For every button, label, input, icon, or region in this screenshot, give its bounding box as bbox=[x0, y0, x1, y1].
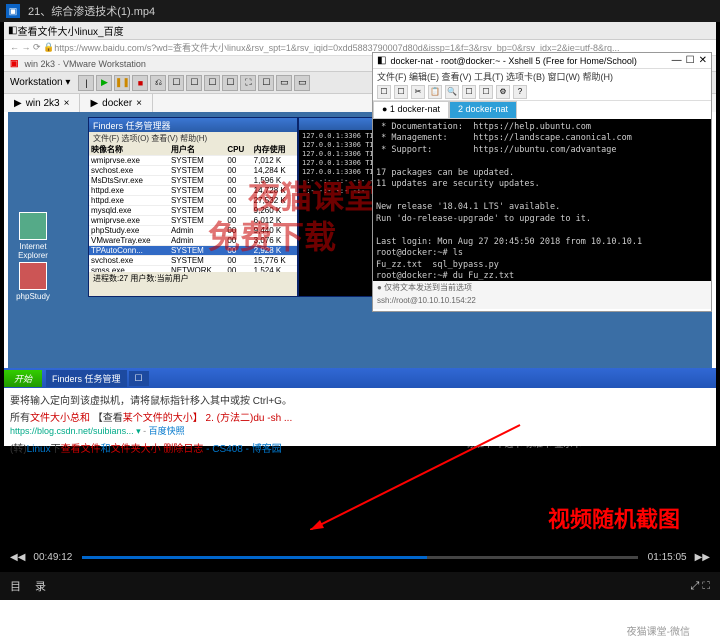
process-table: 映像名称用户名CPU内存使用wmiprvse.exeSYSTEM007,012 … bbox=[89, 144, 297, 272]
xshell-footer: ● 仅将文本发送到当前选项 bbox=[373, 281, 711, 295]
vm-btn[interactable]: ☐ bbox=[186, 75, 202, 91]
catalog-button[interactable]: 目 bbox=[10, 578, 21, 594]
tab-win2k3[interactable]: ▶ win 2k3 × bbox=[4, 94, 80, 112]
max-icon[interactable]: ☐ bbox=[686, 55, 695, 66]
vm-play-button[interactable]: ▶ bbox=[96, 75, 112, 91]
player-icons[interactable]: ⤢ ⛶ bbox=[690, 580, 710, 593]
progress-bar[interactable] bbox=[82, 556, 637, 559]
xshell-titlebar: ◧ docker-nat - root@docker:~ - Xshell 5 … bbox=[373, 53, 711, 69]
prev-button[interactable]: ◀◀ bbox=[10, 552, 25, 563]
taskbar-item[interactable]: Finders 任务管理 bbox=[46, 370, 127, 387]
vm-btn[interactable]: ☐ bbox=[222, 75, 238, 91]
taskmgr-status: 进程数:27 用户数:当前用户 bbox=[89, 272, 297, 284]
taskmgr-menu[interactable]: 文件(F) 选项(O) 查看(V) 帮助(H) bbox=[89, 132, 297, 144]
workstation-menu[interactable]: Workstation ▾ bbox=[10, 77, 70, 88]
tab-label: docker bbox=[102, 98, 132, 109]
xshell-hint: 仅将文本发送到当前选项 bbox=[384, 283, 472, 292]
vm-btn[interactable]: ☐ bbox=[204, 75, 220, 91]
browser-tab-label: 查看文件大小linux_百度 bbox=[17, 23, 123, 38]
tb-btn[interactable]: ☐ bbox=[377, 85, 391, 99]
xshell-tabs: ● 1 docker-nat 2 docker-nat bbox=[373, 101, 711, 119]
player-app-icon: ▣ bbox=[6, 4, 20, 18]
vm-btn[interactable]: ▭ bbox=[276, 75, 292, 91]
annotation-caption: 视频随机截图 bbox=[548, 502, 680, 534]
search-snippet: 所有文件大小总和 【查看某个文件的大小】 2. (方法二)du -sh ... bbox=[10, 409, 710, 424]
result-url[interactable]: https://blog.csdn.net/suibians... ▾ - 百度… bbox=[10, 424, 710, 437]
tb-btn[interactable]: 🔍 bbox=[445, 85, 459, 99]
xshell-tab-1[interactable]: ● 1 docker-nat bbox=[373, 101, 449, 119]
ie-icon bbox=[19, 212, 47, 240]
next-button[interactable]: ▶▶ bbox=[695, 552, 710, 563]
min-icon[interactable]: — bbox=[672, 55, 682, 66]
desktop-icon-ie[interactable]: Internet Explorer bbox=[14, 212, 52, 260]
tb-btn[interactable]: ☐ bbox=[462, 85, 476, 99]
progress-fill bbox=[82, 556, 426, 559]
vm-pause-button[interactable]: ❚❚ bbox=[114, 75, 130, 91]
vm-sep: | bbox=[78, 75, 94, 91]
vm-btn[interactable]: ⛶ bbox=[240, 75, 256, 91]
xshell-terminal[interactable]: * Documentation: https://help.ubuntu.com… bbox=[373, 119, 711, 281]
tb-btn[interactable]: 📋 bbox=[428, 85, 442, 99]
tb-btn[interactable]: ✂ bbox=[411, 85, 425, 99]
vm-product: VMware Workstation bbox=[63, 59, 146, 69]
tb-btn[interactable]: ☐ bbox=[479, 85, 493, 99]
vm-label: win 2k3 · bbox=[25, 59, 61, 69]
catalog-button[interactable]: 录 bbox=[35, 578, 46, 594]
taskmgr-list[interactable]: 映像名称用户名CPU内存使用wmiprvse.exeSYSTEM007,012 … bbox=[89, 144, 297, 272]
taskmgr-title: Finders 任务管理器 bbox=[89, 118, 297, 132]
time-current: 00:49:12 bbox=[33, 552, 72, 563]
task-manager-window[interactable]: Finders 任务管理器 文件(F) 选项(O) 查看(V) 帮助(H) 映像… bbox=[88, 117, 298, 297]
player-bottom-bar: 目 录 ⤢ ⛶ bbox=[0, 572, 720, 600]
vm-btn[interactable]: ▭ bbox=[294, 75, 310, 91]
close-icon[interactable]: ✕ bbox=[699, 55, 707, 66]
player-titlebar: ▣ 21、综合渗透技术(1).mp4 bbox=[0, 0, 720, 22]
start-button[interactable]: 开始 bbox=[4, 370, 42, 387]
page-bottom-text: 要将输入定向到该虚拟机，请将鼠标指针移入其中或按 Ctrl+G。 所有文件大小总… bbox=[4, 388, 716, 446]
tb-btn[interactable]: ⚙ bbox=[496, 85, 510, 99]
taskbar-item[interactable]: ☐ bbox=[129, 371, 149, 386]
desktop-icon-phpstudy[interactable]: phpStudy bbox=[14, 262, 52, 301]
vm-btn[interactable]: ☐ bbox=[168, 75, 184, 91]
vm-btn[interactable]: ⎌ bbox=[150, 75, 166, 91]
guest-taskbar[interactable]: 开始 Finders 任务管理 ☐ bbox=[4, 368, 716, 388]
tab-docker[interactable]: ▶ docker × bbox=[80, 94, 153, 112]
search-result-link[interactable]: (转)Linux下查看文件和文件夹大小 删除日志 - CS408 - 博客园 bbox=[10, 440, 710, 455]
vm-btn[interactable]: ☐ bbox=[258, 75, 274, 91]
xshell-toolbar: ☐☐✂📋🔍☐☐⚙? bbox=[373, 83, 711, 101]
vmware-logo-icon: ▣ bbox=[10, 58, 19, 69]
player-title: 21、综合渗透技术(1).mp4 bbox=[28, 3, 155, 19]
vm-hint: 要将输入定向到该虚拟机，请将鼠标指针移入其中或按 Ctrl+G。 bbox=[10, 392, 710, 407]
icon-label: Internet Explorer bbox=[18, 242, 48, 260]
video-player: ▣ 21、综合渗透技术(1).mp4 ◧ 查看文件大小linux_百度 ← → … bbox=[0, 0, 720, 600]
tab-label: win 2k3 bbox=[26, 98, 60, 109]
player-controls: ◀◀ 00:49:12 01:15:05 ▶▶ bbox=[0, 544, 720, 570]
vm-stop-button[interactable]: ■ bbox=[132, 75, 148, 91]
page-footer: 夜猫课堂-微信 bbox=[0, 621, 720, 639]
xshell-tab-2[interactable]: 2 docker-nat bbox=[449, 101, 517, 119]
xshell-window[interactable]: ◧ docker-nat - root@docker:~ - Xshell 5 … bbox=[372, 52, 712, 312]
phpstudy-icon bbox=[19, 262, 47, 290]
time-total: 01:15:05 bbox=[648, 552, 687, 563]
tb-btn[interactable]: ☐ bbox=[394, 85, 408, 99]
xshell-title: docker-nat - root@docker:~ - Xshell 5 (F… bbox=[390, 56, 667, 66]
icon-label: phpStudy bbox=[16, 292, 50, 301]
tb-btn[interactable]: ? bbox=[513, 85, 527, 99]
xshell-status: ssh://root@10.10.10.154:22 bbox=[373, 295, 711, 309]
browser-tab[interactable]: ◧ 查看文件大小linux_百度 bbox=[4, 22, 716, 40]
xshell-menu[interactable]: 文件(F) 编辑(E) 查看(V) 工具(T) 选项卡(B) 窗口(W) 帮助(… bbox=[373, 69, 711, 83]
